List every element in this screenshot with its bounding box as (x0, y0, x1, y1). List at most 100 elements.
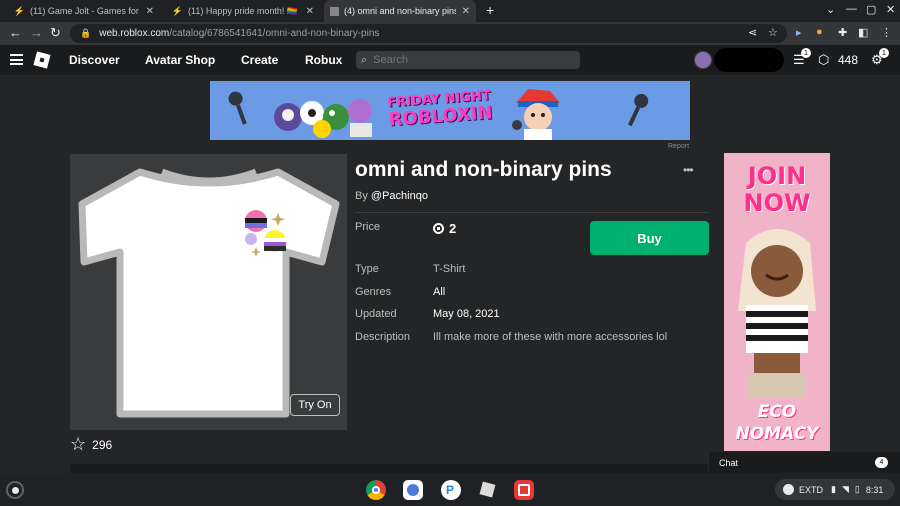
nav-discover[interactable]: Discover (69, 53, 120, 67)
ad-report-link[interactable]: Report (668, 143, 689, 150)
maximize-icon[interactable]: ▢ (866, 3, 876, 16)
reload-icon[interactable]: ↻ (50, 25, 61, 41)
roblox-favicon-icon (330, 6, 339, 16)
extension-icon[interactable]: ▸ (796, 26, 802, 39)
browser-toolbar: ← → ↻ 🔒 web.roblox.com/catalog/678654164… (0, 22, 900, 45)
try-on-button[interactable]: Try On (290, 394, 340, 416)
byline: By @Pachinqo (355, 190, 428, 202)
tab-search-icon[interactable]: ⌄ (826, 3, 835, 16)
price-label: Price (355, 221, 381, 233)
bookmark-star-icon[interactable]: ☆ (768, 26, 778, 39)
clock: 8:31 (865, 484, 884, 495)
battery-level-icon: ▯ (854, 484, 860, 494)
address-bar[interactable]: 🔒 web.roblox.com/catalog/6786541641/omni… (70, 24, 787, 43)
notifications-badge: 1 (801, 48, 811, 58)
price-amount: 2 (449, 221, 457, 236)
browser-tab-pride[interactable]: ⚡ (11) Happy pride month! 🏳️‍🌈 on t ✕ (166, 0, 320, 22)
favorite-star-icon[interactable]: ☆ (70, 434, 86, 455)
extensions-puzzle-icon[interactable]: ✚ (838, 26, 847, 39)
new-tab-button[interactable]: + (486, 2, 494, 18)
microphone-icon (623, 91, 651, 129)
roblox-header: Discover Avatar Shop Create Robux ⌕ ☰ 1 … (0, 45, 900, 75)
updated-label: Updated (355, 308, 397, 320)
url-path: /catalog/6786541641/omni-and-non-binary-… (169, 28, 380, 39)
chat-bar[interactable]: Chat 4 (709, 452, 900, 473)
ad-title-line2: ROBLOXIN (387, 102, 494, 131)
creator-link[interactable]: @Pachinqo (371, 190, 428, 202)
buy-button[interactable]: Buy (590, 221, 709, 255)
redacted-username (714, 48, 784, 72)
vpn-icon (783, 484, 794, 495)
price-value: 2 (433, 221, 456, 236)
more-options-icon[interactable]: ••• (683, 163, 694, 177)
updated-value: May 08, 2021 (433, 308, 500, 320)
browser-tab-roblox[interactable]: (4) omni and non-binary pins - R ✕ (324, 0, 476, 22)
tab-title: (11) Game Jolt - Games for the l (30, 6, 140, 16)
type-label: Type (355, 263, 379, 275)
avatar-character-graphic (738, 229, 816, 398)
type-value: T-Shirt (433, 263, 466, 275)
by-prefix: By (355, 190, 368, 202)
robux-icon (433, 223, 444, 234)
side-panel-icon[interactable]: ◧ (858, 26, 868, 39)
robux-icon[interactable]: ⬡ (818, 52, 829, 68)
description-value: Ill make more of these with more accesso… (433, 331, 668, 343)
minimize-icon[interactable]: — (846, 3, 857, 15)
nav-create[interactable]: Create (241, 53, 278, 67)
search-input[interactable] (373, 54, 564, 66)
battery-icon: ▮ (831, 484, 836, 494)
browser-tab-gamejolt[interactable]: ⚡ (11) Game Jolt - Games for the l ✕ (8, 0, 160, 22)
ibis-paint-app-icon[interactable]: P (441, 480, 461, 500)
chat-label: Chat (719, 457, 739, 468)
chat-count-badge: 4 (875, 457, 888, 468)
description-label: Description (355, 331, 411, 343)
search-icon: ⌕ (361, 53, 368, 66)
dice-app-icon[interactable] (514, 480, 534, 500)
close-window-icon[interactable]: ✕ (886, 3, 895, 16)
search-box[interactable]: ⌕ (356, 51, 580, 69)
ad-side-bottom-text: ECO NOMACY (735, 402, 819, 444)
avatar[interactable] (694, 51, 712, 69)
launcher-icon[interactable] (6, 481, 24, 499)
chrome-app-icon[interactable] (366, 480, 386, 500)
files-app-icon[interactable] (403, 480, 423, 500)
hamburger-menu-icon[interactable] (10, 54, 23, 65)
genres-value[interactable]: All (433, 286, 445, 298)
lock-icon: 🔒 (80, 28, 92, 38)
forward-icon[interactable]: → (30, 25, 43, 40)
item-title: omni and non-binary pins (355, 158, 612, 181)
gamejolt-icon: ⚡ (171, 5, 184, 16)
ad-banner-side[interactable]: JOIN NOW ECO NOMACY (724, 153, 830, 451)
close-tab-icon[interactable]: ✕ (306, 6, 314, 17)
favorite-count: 296 (92, 437, 113, 452)
gamejolt-icon: ⚡ (13, 5, 26, 16)
url-host: web.roblox.com (99, 28, 170, 39)
extension-cookie-icon[interactable]: ● (816, 26, 823, 38)
tab-title: (11) Happy pride month! 🏳️‍🌈 on t (188, 5, 300, 16)
browser-menu-icon[interactable]: ⋮ (881, 26, 892, 39)
roblox-app-icon[interactable] (478, 480, 498, 500)
divider (355, 212, 709, 213)
back-icon[interactable]: ← (9, 25, 22, 40)
network-label: EXTD (799, 484, 824, 495)
os-shelf: P EXTD ▮ ◥ ▯ 8:31 (0, 473, 900, 506)
ad-banner-top[interactable]: FRIDAY NIGHT ROBLOXIN (210, 81, 690, 140)
boyfriend-character-graphic (508, 85, 568, 140)
tshirt-image (78, 168, 340, 418)
browser-tab-strip: ⚡ (11) Game Jolt - Games for the l ✕ ⚡ (… (0, 0, 900, 22)
item-thumbnail: Try On (70, 154, 347, 430)
ad-side-top-text: JOIN NOW (743, 162, 811, 217)
status-tray[interactable]: EXTD ▮ ◥ ▯ 8:31 (775, 479, 895, 500)
roblox-logo-icon[interactable] (33, 51, 51, 69)
genres-label: Genres (355, 286, 392, 298)
close-tab-icon[interactable]: ✕ (146, 6, 154, 17)
nav-robux[interactable]: Robux (305, 53, 342, 67)
tab-title: (4) omni and non-binary pins - R (344, 6, 456, 16)
cartoon-characters-graphic (270, 89, 380, 139)
share-icon[interactable]: ⋖ (748, 26, 757, 39)
nav-avatar-shop[interactable]: Avatar Shop (145, 53, 215, 67)
close-tab-icon[interactable]: ✕ (462, 6, 470, 17)
robux-balance[interactable]: 448 (838, 53, 858, 67)
wifi-icon: ◥ (841, 484, 849, 494)
settings-badge: 1 (879, 48, 889, 58)
